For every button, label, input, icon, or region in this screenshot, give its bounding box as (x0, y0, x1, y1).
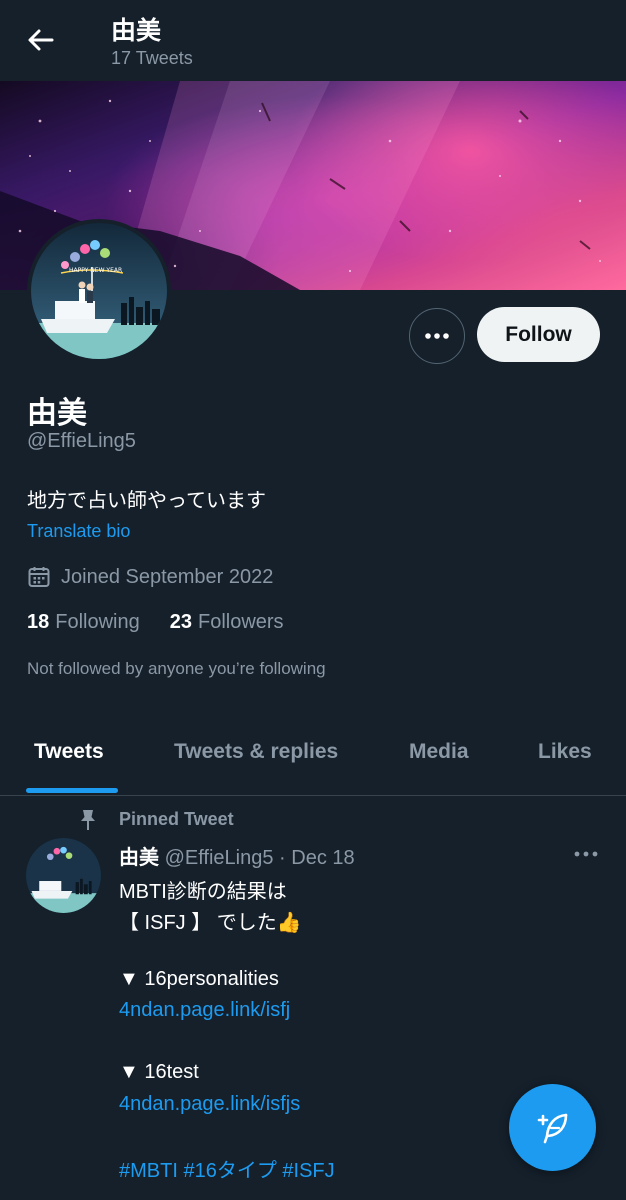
calendar-icon (28, 567, 50, 587)
following-link[interactable]: 18 Following (27, 611, 140, 634)
tweet-line-2: 【 ISFJ 】 でした👍 (119, 912, 302, 934)
profile-page: 由美 17 Tweets HAPPY NEW YEAR Follow 由美 @E… (0, 0, 626, 1200)
pin-row (78, 807, 98, 833)
top-bar: 由美 17 Tweets (0, 0, 626, 81)
hashtag-mbti[interactable]: #MBTI (119, 1160, 178, 1182)
profile-handle: @EffieLing5 (27, 430, 136, 452)
tweet-author-handle[interactable]: @EffieLing5 (165, 847, 274, 869)
follow-counts: 18 Following 23 Followers (27, 611, 284, 634)
tweet-hashtags: #MBTI #16タイプ #ISFJ (119, 1154, 335, 1183)
header-title: 由美 (111, 17, 162, 45)
tweet-more-icon[interactable] (571, 842, 601, 866)
tab-tweets-replies[interactable]: Tweets & replies (174, 740, 338, 764)
tweet-line-3: ▼ 16personalities (119, 968, 279, 990)
active-tab-indicator (26, 788, 118, 793)
tab-media[interactable]: Media (409, 740, 469, 764)
compose-feather-icon (537, 1113, 567, 1143)
profile-name: 由美 (27, 397, 87, 430)
followers-link[interactable]: 23 Followers (170, 611, 284, 634)
not-followed-note: Not followed by anyone you’re following (27, 659, 326, 678)
follow-button[interactable]: Follow (477, 307, 600, 362)
compose-tweet-button[interactable] (509, 1084, 596, 1171)
avatar-banner-text: HAPPY NEW YEAR (69, 267, 122, 274)
following-label: Following (55, 611, 140, 633)
followers-label: Followers (197, 611, 284, 633)
profile-avatar[interactable]: HAPPY NEW YEAR (27, 219, 171, 363)
tweet-line-1: MBTI診断の結果は (119, 881, 287, 903)
followers-count: 23 (169, 611, 192, 633)
hashtag-isfj[interactable]: #ISFJ (282, 1160, 334, 1182)
tweet-date[interactable]: Dec 18 (291, 847, 354, 869)
tab-tweets[interactable]: Tweets (34, 740, 104, 764)
pinned-tweet-label: Pinned Tweet (119, 809, 234, 829)
translate-bio-link[interactable]: Translate bio (27, 521, 130, 542)
following-count: 18 (27, 611, 50, 633)
profile-tabs: Tweets Tweets & replies Media Likes (0, 712, 626, 796)
tweet-author-avatar[interactable] (26, 838, 101, 913)
tweet-link-16personalities[interactable]: 4ndan.page.link/isfj (119, 999, 290, 1022)
more-horizontal-icon (425, 333, 449, 339)
tweet-header: 由美 @EffieLing5 · Dec 18 (119, 841, 355, 870)
tab-likes[interactable]: Likes (538, 740, 592, 764)
more-options-button[interactable] (409, 308, 465, 364)
profile-bio: 地方で占い師やっています (27, 490, 266, 512)
pin-icon (81, 810, 95, 830)
hashtag-16type[interactable]: #16タイプ (183, 1160, 276, 1182)
tweet-count: 17 Tweets (111, 48, 193, 68)
joined-date: Joined September 2022 (27, 564, 273, 590)
tweet-line-5: ▼ 16test (119, 1061, 199, 1083)
tweet-author-name[interactable]: 由美 (119, 847, 159, 869)
tweet-separator: · (279, 847, 286, 869)
joined-text: Joined September 2022 (61, 565, 274, 588)
tweet-link-16test[interactable]: 4ndan.page.link/isfjs (119, 1093, 300, 1116)
back-arrow-icon[interactable] (22, 24, 58, 56)
